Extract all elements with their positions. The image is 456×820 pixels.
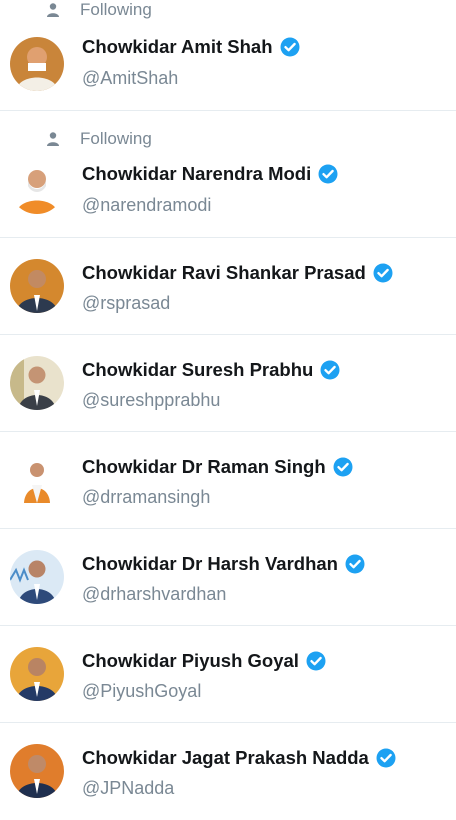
avatar[interactable] — [10, 647, 64, 701]
account-handle: @narendramodi — [82, 195, 212, 215]
avatar[interactable] — [10, 356, 64, 410]
display-name[interactable]: Chowkidar Ravi Shankar Prasad — [82, 262, 393, 284]
account-handle: @AmitShah — [82, 68, 179, 88]
avatar[interactable] — [10, 453, 64, 507]
account-row-suresh-prabhu[interactable]: Chowkidar Suresh Prabhu @sureshpprabhu — [0, 335, 456, 432]
display-name[interactable]: Chowkidar Dr Harsh Vardhan — [82, 553, 365, 575]
avatar[interactable] — [10, 550, 64, 604]
account-row-harsh-vardhan[interactable]: Chowkidar Dr Harsh Vardhan @drharshvardh… — [0, 529, 456, 626]
verified-badge-icon — [376, 748, 396, 768]
display-name-text: Chowkidar Narendra Modi — [82, 163, 312, 184]
person-icon — [47, 132, 59, 146]
display-name[interactable]: Chowkidar Dr Raman Singh — [82, 456, 353, 478]
display-name-text: Chowkidar Jagat Prakash Nadda — [82, 747, 369, 768]
display-name-text: Chowkidar Ravi Shankar Prasad — [82, 262, 366, 283]
social-context: Following — [44, 0, 152, 20]
person-icon — [47, 3, 59, 17]
account-list: Following Chowkidar Amit Shah @AmitShah … — [0, 0, 456, 820]
account-row-amit-shah[interactable]: Following Chowkidar Amit Shah @AmitShah — [0, 0, 456, 111]
account-row-piyush-goyal[interactable]: Chowkidar Piyush Goyal @PiyushGoyal — [0, 626, 456, 723]
verified-badge-icon — [373, 263, 393, 283]
avatar[interactable] — [10, 160, 64, 214]
account-handle: @sureshpprabhu — [82, 390, 221, 410]
account-handle: @PiyushGoyal — [82, 681, 202, 701]
verified-badge-icon — [345, 554, 365, 574]
account-row-ravi-shankar-prasad[interactable]: Chowkidar Ravi Shankar Prasad @rsprasad — [0, 238, 456, 335]
verified-badge-icon — [280, 37, 300, 57]
account-handle: @JPNadda — [82, 778, 175, 798]
account-row-narendra-modi[interactable]: Following Chowkidar Narendra Modi @naren… — [0, 111, 456, 238]
avatar[interactable] — [10, 744, 64, 798]
display-name-text: Chowkidar Suresh Prabhu — [82, 359, 314, 380]
social-context-label: Following — [80, 129, 152, 148]
display-name-text: Chowkidar Dr Raman Singh — [82, 456, 326, 477]
display-name[interactable]: Chowkidar Narendra Modi — [82, 163, 338, 185]
display-name-text: Chowkidar Amit Shah — [82, 36, 273, 57]
verified-badge-icon — [333, 457, 353, 477]
display-name[interactable]: Chowkidar Piyush Goyal — [82, 650, 326, 672]
account-row-raman-singh[interactable]: Chowkidar Dr Raman Singh @drramansingh — [0, 432, 456, 529]
account-row-jp-nadda[interactable]: Chowkidar Jagat Prakash Nadda @JPNadda — [0, 723, 456, 820]
display-name[interactable]: Chowkidar Amit Shah — [82, 36, 300, 58]
account-handle: @drharshvardhan — [82, 584, 227, 604]
social-context-label: Following — [80, 0, 152, 19]
verified-badge-icon — [320, 360, 340, 380]
display-name[interactable]: Chowkidar Suresh Prabhu — [82, 359, 340, 381]
verified-badge-icon — [306, 651, 326, 671]
avatar[interactable] — [10, 259, 64, 313]
verified-badge-icon — [318, 164, 338, 184]
social-context: Following — [44, 129, 152, 149]
display-name[interactable]: Chowkidar Jagat Prakash Nadda — [82, 747, 396, 769]
display-name-text: Chowkidar Piyush Goyal — [82, 650, 299, 671]
account-handle: @drramansingh — [82, 487, 211, 507]
display-name-text: Chowkidar Dr Harsh Vardhan — [82, 553, 338, 574]
avatar[interactable] — [10, 37, 64, 91]
account-handle: @rsprasad — [82, 293, 171, 313]
